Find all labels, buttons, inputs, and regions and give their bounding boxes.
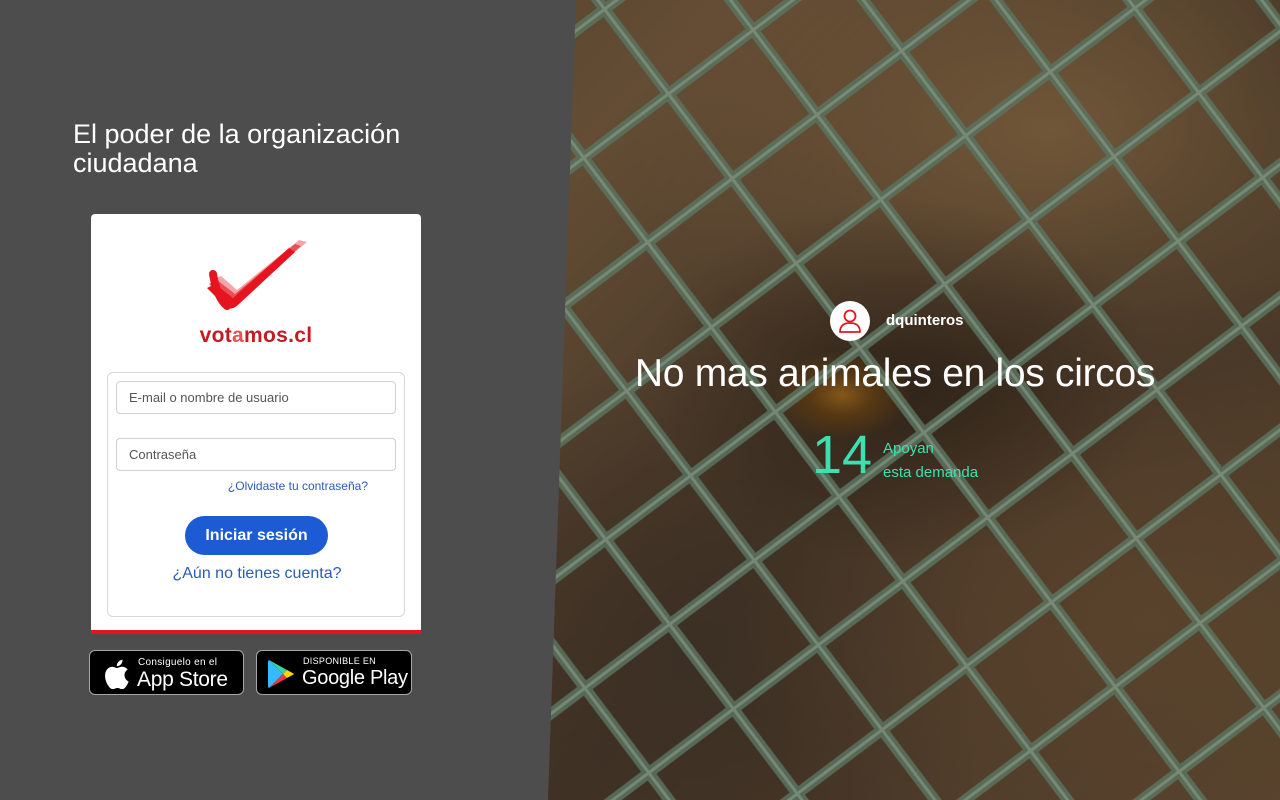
brand-name-part: vot [199, 324, 233, 347]
google-play-small-text: DISPONIBLE EN [303, 656, 376, 666]
login-button[interactable]: Iniciar sesión [185, 516, 328, 555]
user-avatar[interactable] [830, 301, 870, 341]
brand-name-part: mos.cl [244, 324, 313, 347]
supporters-label: esta demanda [883, 464, 979, 481]
login-form: ¿Olvidaste tu contraseña? Iniciar sesión… [107, 372, 405, 617]
forgot-password-link[interactable]: ¿Olvidaste tu contraseña? [228, 479, 368, 493]
app-store-badge[interactable]: Consiguelo en el App Store [89, 650, 244, 695]
google-play-badge[interactable]: DISPONIBLE EN Google Play [256, 650, 412, 695]
brand-name: votamos.cl [91, 324, 421, 348]
supporters-count: 14 [812, 425, 873, 485]
login-card: votamos.cl ¿Olvidaste tu contraseña? Ini… [91, 214, 421, 634]
apple-icon [105, 659, 129, 689]
password-field[interactable] [116, 438, 396, 471]
brand-name-highlight: a [232, 324, 245, 347]
user-icon [839, 309, 861, 333]
email-field[interactable] [116, 381, 396, 414]
google-play-big-text: Google Play [302, 667, 408, 689]
tagline: El poder de la organización ciudadana [73, 119, 401, 178]
demand-title: No mas animales en los circos [634, 352, 1156, 395]
app-store-small-text: Consiguelo en el [138, 657, 218, 668]
google-play-icon [268, 660, 294, 688]
username[interactable]: dquinteros [886, 312, 964, 329]
supporters-label: Apoyan [883, 440, 934, 457]
signup-link[interactable]: ¿Aún no tienes cuenta? [108, 565, 406, 583]
app-store-big-text: App Store [137, 668, 228, 691]
